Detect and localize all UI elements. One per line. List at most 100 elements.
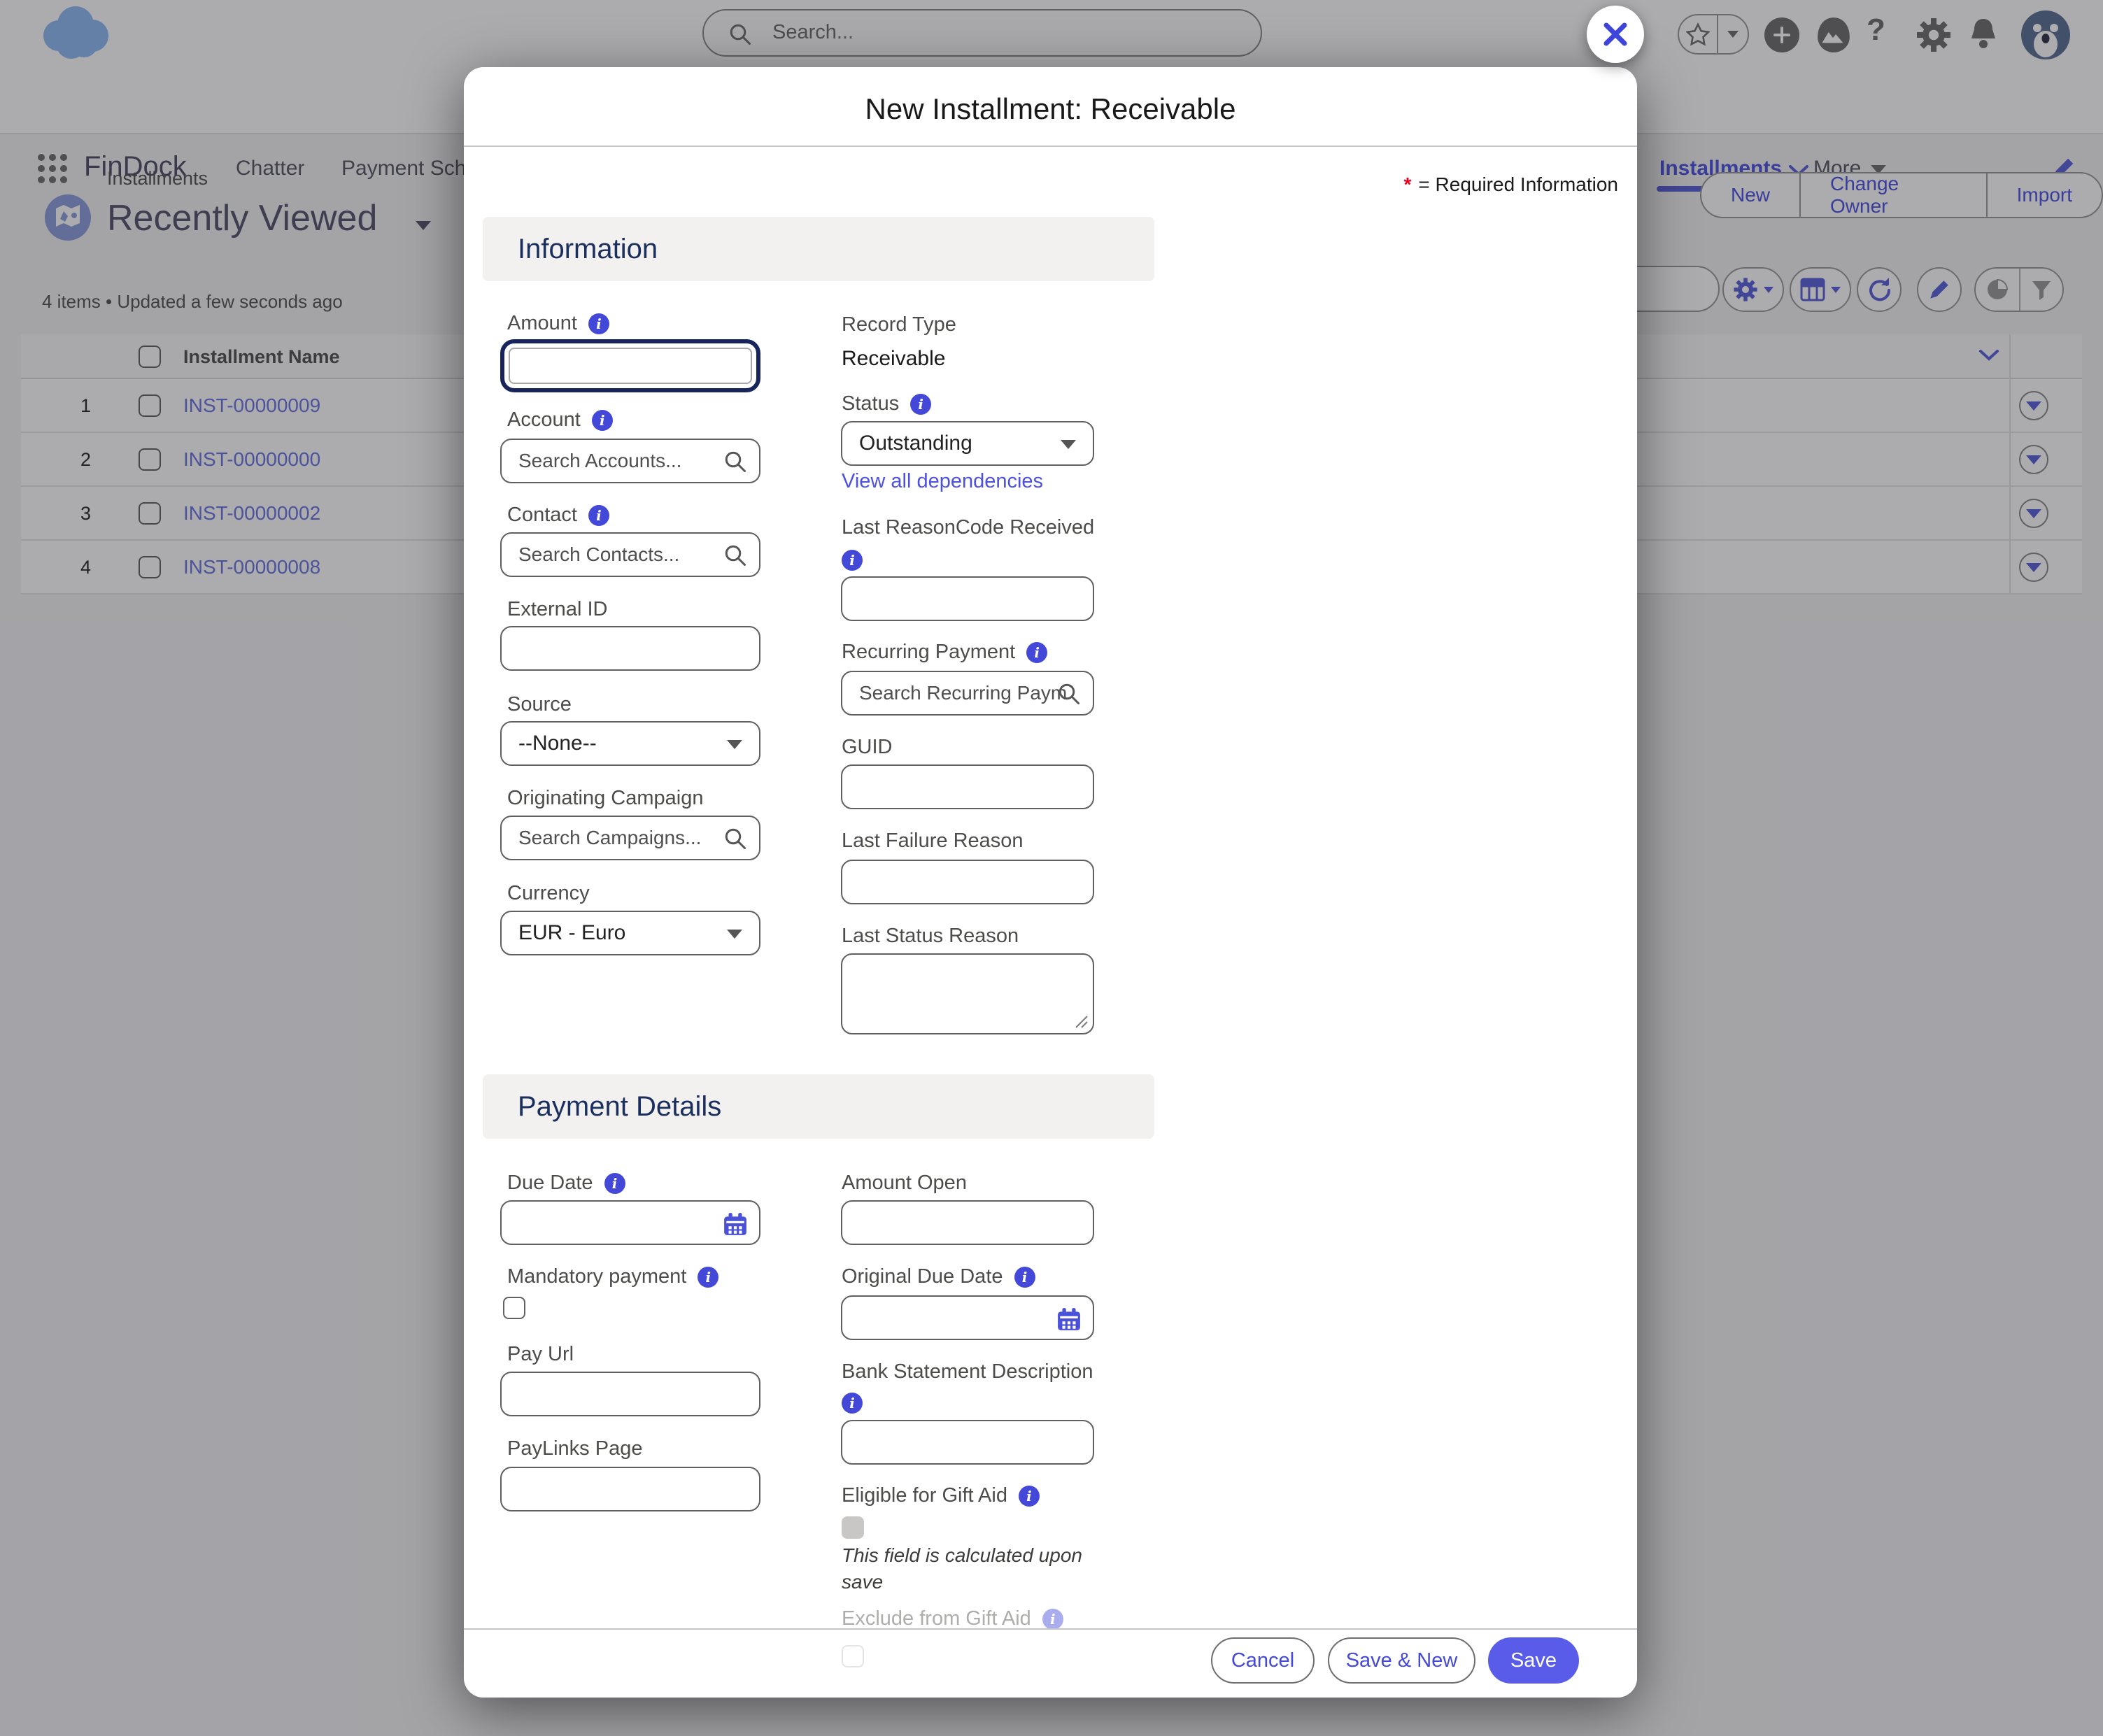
bank-statement-description-field xyxy=(841,1420,1094,1465)
contact-label: Contacti xyxy=(507,504,609,527)
search-icon xyxy=(723,543,748,568)
amount-input[interactable] xyxy=(504,343,756,388)
original-due-date-field xyxy=(841,1295,1094,1340)
info-icon[interactable]: i xyxy=(698,1267,718,1288)
external-id-input[interactable] xyxy=(502,627,759,669)
mandatory-payment-checkbox[interactable] xyxy=(503,1297,525,1319)
info-icon[interactable]: i xyxy=(588,505,609,526)
calendar-icon[interactable] xyxy=(1056,1307,1082,1332)
currency-label: Currency xyxy=(507,882,590,905)
modal-close-button[interactable] xyxy=(1587,6,1644,63)
due-date-label: Due Datei xyxy=(507,1172,625,1195)
record-type-label: Record Type xyxy=(842,313,956,336)
recurring-payment-lookup xyxy=(841,671,1094,716)
last-reasoncode-input[interactable] xyxy=(842,578,1093,620)
pay-url-input[interactable] xyxy=(502,1373,759,1415)
section-information[interactable]: Information xyxy=(483,217,1154,281)
cancel-button[interactable]: Cancel xyxy=(1211,1637,1315,1684)
section-title: Information xyxy=(518,217,1154,281)
mandatory-payment-label: Mandatory paymenti xyxy=(507,1265,718,1288)
new-installment-modal: New Installment: Receivable *= Required … xyxy=(464,67,1637,1698)
info-icon[interactable]: i xyxy=(588,313,609,334)
campaign-search-input[interactable] xyxy=(502,817,759,859)
section-payment-details[interactable]: Payment Details xyxy=(483,1074,1154,1139)
source-label: Source xyxy=(507,693,572,716)
contact-lookup xyxy=(500,532,760,577)
external-id-field xyxy=(500,626,760,671)
select-caret-icon xyxy=(727,930,742,939)
info-icon: i xyxy=(1042,1609,1063,1630)
guid-label: GUID xyxy=(842,736,893,759)
last-status-reason-textarea[interactable] xyxy=(841,953,1094,1034)
info-icon[interactable]: i xyxy=(842,550,863,571)
account-search-input[interactable] xyxy=(502,440,759,482)
source-select[interactable]: --None-- xyxy=(500,721,760,766)
required-asterisk: * xyxy=(1403,173,1411,195)
originating-campaign-label: Originating Campaign xyxy=(507,787,703,810)
exclude-gift-aid-label: Exclude from Gift Aidi xyxy=(842,1607,1063,1630)
last-failure-reason-input[interactable] xyxy=(842,861,1093,903)
required-information-note: *= Required Information xyxy=(1254,173,1618,196)
info-icon[interactable]: i xyxy=(1014,1267,1035,1288)
recurring-payment-search-input[interactable] xyxy=(842,672,1093,714)
search-icon xyxy=(723,826,748,851)
bank-statement-description-label: Bank Statement Description xyxy=(842,1360,1093,1383)
search-icon xyxy=(1056,681,1082,706)
info-icon[interactable]: i xyxy=(910,394,931,415)
account-lookup xyxy=(500,439,760,483)
last-failure-reason-field xyxy=(841,860,1094,904)
gift-aid-note-line2: save xyxy=(842,1571,883,1593)
info-icon[interactable]: i xyxy=(1019,1486,1040,1507)
view-all-dependencies-link[interactable]: View all dependencies xyxy=(842,470,1043,493)
section-title: Payment Details xyxy=(518,1074,1154,1139)
pay-url-label: Pay Url xyxy=(507,1343,574,1366)
gift-aid-note-line1: This field is calculated upon xyxy=(842,1544,1082,1567)
amount-open-label: Amount Open xyxy=(842,1172,967,1195)
last-status-reason-label: Last Status Reason xyxy=(842,925,1019,948)
modal-title: New Installment: Receivable xyxy=(464,92,1637,126)
last-reasoncode-label: Last ReasonCode Received xyxy=(842,516,1094,539)
info-icon[interactable]: i xyxy=(604,1173,625,1194)
currency-select[interactable]: EUR - Euro xyxy=(500,911,760,955)
external-id-label: External ID xyxy=(507,598,607,621)
app-window: ? FinDock Chatter Payment Sche Installme… xyxy=(0,0,2103,1736)
status-value: Outstanding xyxy=(842,422,1093,464)
paylinks-page-label: PayLinks Page xyxy=(507,1437,642,1460)
guid-field xyxy=(841,764,1094,809)
original-due-date-input[interactable] xyxy=(842,1297,1093,1339)
select-caret-icon xyxy=(727,740,742,749)
select-caret-icon xyxy=(1061,440,1076,449)
record-type-value: Receivable xyxy=(842,347,945,371)
info-icon[interactable]: i xyxy=(592,410,613,431)
search-icon xyxy=(723,449,748,474)
save-and-new-button[interactable]: Save & New xyxy=(1328,1637,1475,1684)
modal-header-divider xyxy=(464,145,1637,147)
last-failure-reason-label: Last Failure Reason xyxy=(842,830,1024,853)
eligible-gift-aid-checkbox-disabled xyxy=(842,1516,864,1539)
save-button[interactable]: Save xyxy=(1488,1637,1579,1684)
pay-url-field xyxy=(500,1372,760,1416)
bank-statement-description-input[interactable] xyxy=(842,1421,1093,1463)
info-icon[interactable]: i xyxy=(1026,642,1047,663)
due-date-input[interactable] xyxy=(502,1202,759,1244)
original-due-date-label: Original Due Datei xyxy=(842,1265,1035,1288)
contact-search-input[interactable] xyxy=(502,534,759,576)
status-label: Statusi xyxy=(842,392,931,415)
info-icon[interactable]: i xyxy=(842,1393,863,1414)
last-reasoncode-field xyxy=(841,576,1094,621)
close-icon xyxy=(1601,20,1629,48)
guid-input[interactable] xyxy=(842,766,1093,808)
source-value: --None-- xyxy=(502,723,759,764)
due-date-field xyxy=(500,1200,760,1245)
status-select[interactable]: Outstanding xyxy=(841,421,1094,466)
eligible-gift-aid-label: Eligible for Gift Aidi xyxy=(842,1484,1040,1507)
currency-value: EUR - Euro xyxy=(502,912,759,954)
paylinks-page-input[interactable] xyxy=(502,1468,759,1510)
account-label: Accounti xyxy=(507,408,613,432)
recurring-payment-label: Recurring Paymenti xyxy=(842,641,1047,664)
calendar-icon[interactable] xyxy=(723,1211,748,1237)
paylinks-page-field xyxy=(500,1467,760,1511)
amount-open-input[interactable] xyxy=(842,1202,1093,1244)
amount-field xyxy=(500,339,760,392)
resize-handle-icon[interactable] xyxy=(1073,1013,1089,1029)
